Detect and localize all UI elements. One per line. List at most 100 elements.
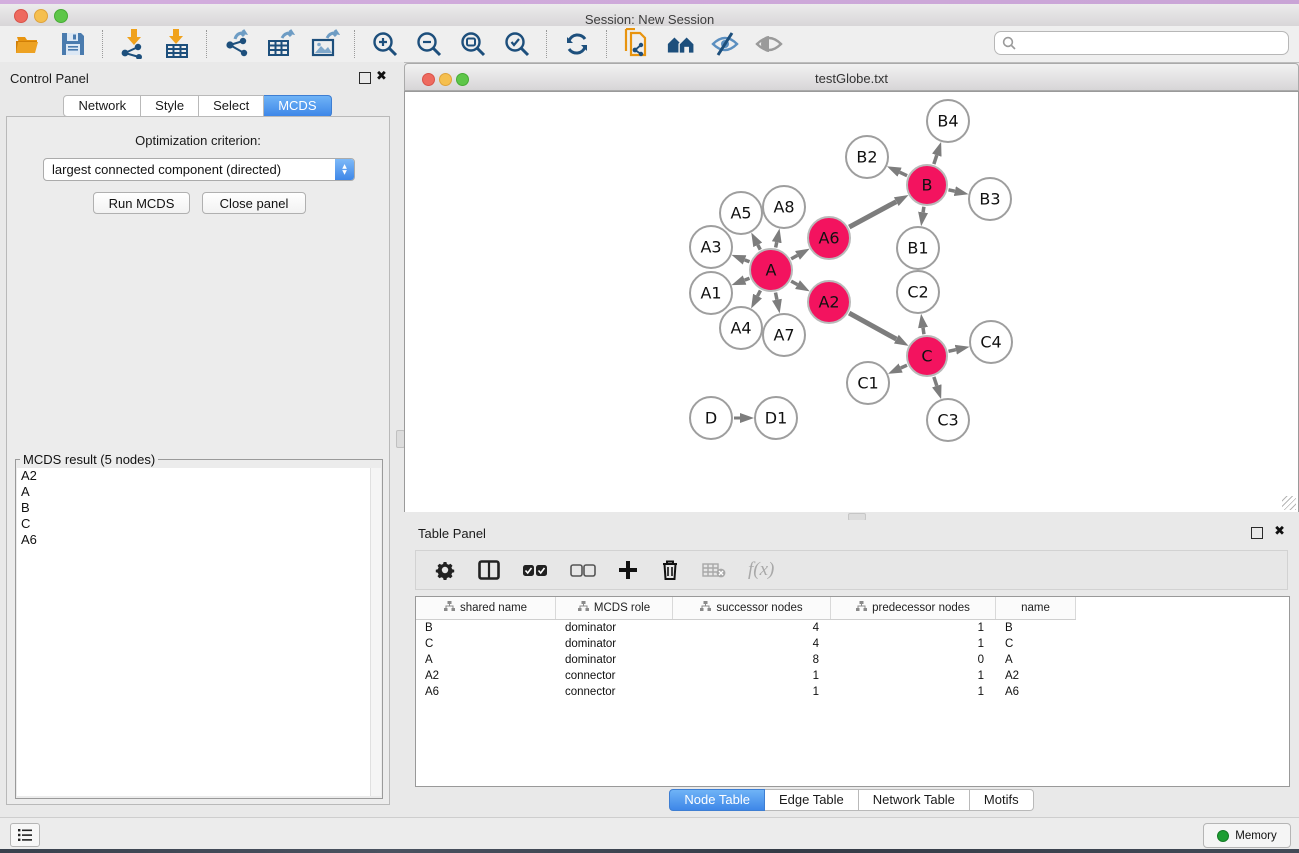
mcds-result-item[interactable]: A6 — [17, 532, 371, 548]
column-header-predecessor-nodes[interactable]: predecessor nodes — [831, 597, 996, 619]
graph-edge-A6-B[interactable] — [849, 202, 896, 227]
mcds-result-item[interactable]: A — [17, 484, 371, 500]
table-row[interactable]: Adominator80A — [416, 652, 1289, 668]
show-details-eye-icon[interactable] — [754, 29, 784, 59]
zoom-out-icon[interactable] — [414, 29, 444, 59]
export-table-icon[interactable] — [266, 29, 296, 59]
close-panel-button[interactable]: Close panel — [202, 192, 306, 214]
table-row[interactable]: Bdominator41B — [416, 620, 1289, 636]
table-cell[interactable]: 8 — [673, 654, 831, 666]
search-input[interactable] — [1020, 33, 1288, 53]
graph-edge-C-C3[interactable] — [934, 377, 937, 386]
table-settings-gear-icon[interactable] — [434, 557, 456, 583]
deselect-all-columns-icon[interactable] — [570, 557, 596, 583]
task-history-button[interactable] — [10, 823, 40, 847]
column-header-shared-name[interactable]: shared name — [416, 597, 556, 619]
table-cell[interactable]: connector — [556, 686, 673, 698]
graph-edge-B-B4[interactable] — [934, 155, 937, 164]
tab-select[interactable]: Select — [199, 95, 264, 117]
mcds-result-item[interactable]: C — [17, 516, 371, 532]
graph-edge-A-A4[interactable] — [758, 290, 761, 296]
tab-node-table[interactable]: Node Table — [669, 789, 765, 811]
mcds-result-item[interactable]: A2 — [17, 468, 371, 484]
column-header-name[interactable]: name — [996, 597, 1076, 619]
mcds-result-item[interactable]: B — [17, 500, 371, 516]
graph-edge-C-C1[interactable] — [901, 365, 907, 368]
graph-edge-A-A8[interactable] — [776, 242, 777, 247]
select-all-columns-icon[interactable] — [522, 557, 548, 583]
close-table-panel-icon[interactable]: ✖ — [1274, 524, 1285, 539]
mcds-result-list[interactable]: A2ABCA6 — [17, 468, 371, 796]
tab-motifs[interactable]: Motifs — [970, 789, 1034, 811]
table-cell[interactable]: dominator — [556, 622, 673, 634]
table-cell[interactable]: 1 — [831, 670, 996, 682]
show-column-panel-icon[interactable] — [478, 557, 500, 583]
panel-divider-vertical[interactable] — [395, 62, 404, 812]
graph-edge-A-A1[interactable] — [745, 278, 750, 280]
table-cell[interactable]: A6 — [416, 686, 556, 698]
graph-edge-A-A5[interactable] — [758, 245, 761, 250]
hide-graphics-details-icon[interactable] — [710, 29, 740, 59]
graph-edge-A-A3[interactable] — [745, 260, 750, 262]
zoom-fit-icon[interactable] — [458, 29, 488, 59]
table-cell[interactable]: dominator — [556, 654, 673, 666]
table-cell[interactable]: A — [416, 654, 556, 666]
table-cell[interactable]: 1 — [831, 622, 996, 634]
export-network-icon[interactable] — [222, 29, 252, 59]
panel-divider-horizontal[interactable] — [404, 512, 1299, 520]
create-column-plus-icon[interactable] — [618, 557, 638, 583]
open-session-icon[interactable] — [14, 29, 44, 59]
close-panel-icon[interactable]: ✖ — [376, 69, 387, 84]
table-cell[interactable]: 1 — [673, 686, 831, 698]
memory-button[interactable]: Memory — [1203, 823, 1291, 848]
table-cell[interactable]: 1 — [831, 686, 996, 698]
graph-edge-B-B1[interactable] — [923, 207, 924, 213]
table-cell[interactable]: A6 — [996, 686, 1076, 698]
column-header-MCDS-role[interactable]: MCDS role — [556, 597, 673, 619]
table-row[interactable]: A2connector11A2 — [416, 668, 1289, 684]
table-cell[interactable]: 1 — [673, 670, 831, 682]
table-cell[interactable]: connector — [556, 670, 673, 682]
column-header-successor-nodes[interactable]: successor nodes — [673, 597, 831, 619]
graph-edge-A-A2[interactable] — [791, 281, 797, 284]
graph-edge-A-A7[interactable] — [776, 293, 777, 300]
graph-edge-A-A6[interactable] — [791, 255, 797, 258]
zoom-selected-icon[interactable] — [502, 29, 532, 59]
tab-style[interactable]: Style — [141, 95, 199, 117]
toolbar-search-field[interactable] — [994, 31, 1289, 55]
save-session-icon[interactable] — [58, 29, 88, 59]
graph-edge-B-B3[interactable] — [948, 190, 954, 191]
export-image-icon[interactable] — [310, 29, 340, 59]
table-cell[interactable]: A2 — [416, 670, 556, 682]
float-table-panel-icon[interactable] — [1251, 527, 1263, 539]
tab-network-table[interactable]: Network Table — [859, 789, 970, 811]
new-network-from-selection-icon[interactable] — [622, 29, 652, 59]
table-cell[interactable]: A — [996, 654, 1076, 666]
zoom-in-icon[interactable] — [370, 29, 400, 59]
table-cell[interactable]: 1 — [831, 638, 996, 650]
apply-layout-icon[interactable] — [562, 29, 592, 59]
network-window-titlebar[interactable]: testGlobe.txt — [404, 63, 1299, 91]
tab-mcds[interactable]: MCDS — [264, 95, 331, 117]
float-panel-icon[interactable] — [359, 72, 371, 84]
network-canvas[interactable]: AA1A2A3A4A5A6A7A8BB1B2B3B4CC1C2C3C4DD1 — [404, 91, 1299, 513]
table-cell[interactable]: B — [996, 622, 1076, 634]
graph-edge-A2-C[interactable] — [849, 313, 896, 339]
import-network-icon[interactable] — [118, 29, 148, 59]
table-cell[interactable]: 0 — [831, 654, 996, 666]
tab-edge-table[interactable]: Edge Table — [765, 789, 859, 811]
graph-edge-C-C2[interactable] — [923, 328, 924, 335]
table-cell[interactable]: C — [416, 638, 556, 650]
table-cell[interactable]: A2 — [996, 670, 1076, 682]
function-builder-icon[interactable]: f(x) — [748, 557, 774, 583]
table-cell[interactable]: C — [996, 638, 1076, 650]
graph-edge-B-B2[interactable] — [900, 172, 907, 175]
run-mcds-button[interactable]: Run MCDS — [93, 192, 190, 214]
table-cell[interactable]: 4 — [673, 638, 831, 650]
table-cell[interactable]: 4 — [673, 622, 831, 634]
show-all-networks-icon[interactable] — [666, 29, 696, 59]
delete-table-icon[interactable] — [702, 557, 726, 583]
table-row[interactable]: A6connector11A6 — [416, 684, 1289, 700]
delete-columns-trash-icon[interactable] — [660, 557, 680, 583]
tab-network[interactable]: Network — [63, 95, 141, 117]
